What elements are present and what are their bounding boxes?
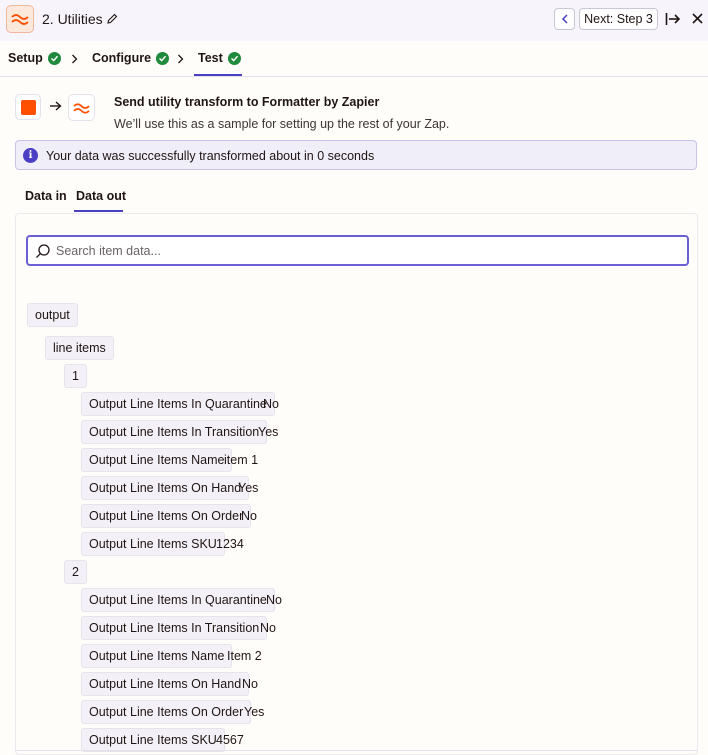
field-value: No: [266, 593, 282, 607]
chevron-right-icon: [72, 54, 78, 64]
info-icon: i: [23, 148, 38, 163]
success-info-banner: i Your data was successfully transformed…: [15, 140, 697, 170]
search-input[interactable]: [56, 242, 676, 260]
field-value: 1234: [216, 537, 244, 551]
search-icon: [36, 244, 50, 258]
check-circle-icon: [227, 51, 241, 65]
active-tab-indicator: [74, 210, 123, 212]
formatter-icon: [73, 102, 90, 114]
data-out-panel: output line items 1 Output Line Items In…: [15, 213, 698, 755]
step-label: Setup: [8, 51, 43, 65]
field-value: Yes: [238, 481, 259, 495]
trigger-app-icon: [15, 94, 41, 120]
panel-bottom-divider: [15, 750, 698, 751]
active-step-indicator: [194, 74, 242, 76]
tree-node-item-index[interactable]: 1: [64, 364, 87, 388]
close-icon[interactable]: [692, 13, 703, 24]
search-box: [26, 235, 689, 266]
field-value: No: [242, 677, 258, 691]
field-key[interactable]: Output Line Items On Hand: [81, 672, 250, 696]
field-value: No: [260, 621, 276, 635]
field-key[interactable]: Output Line Items In Quarantine: [81, 588, 275, 612]
step-label: Configure: [92, 51, 152, 65]
step-title[interactable]: 2. Utilities: [42, 11, 103, 27]
tree-node-item-index[interactable]: 2: [64, 560, 87, 584]
pencil-icon[interactable]: [106, 13, 118, 25]
step-tabs: Setup Configure Test: [0, 41, 708, 77]
field-key[interactable]: Output Line Items In Quarantine: [81, 392, 275, 416]
chevron-right-icon: [178, 54, 184, 64]
formatter-action-icon: [68, 94, 95, 121]
collapse-panel-icon[interactable]: [665, 11, 681, 27]
step-label: Test: [198, 51, 223, 65]
field-value: 4567: [216, 733, 244, 747]
formatter-app-icon: [6, 5, 34, 33]
field-key[interactable]: Output Line Items In Transition: [81, 420, 268, 444]
tab-data-in[interactable]: Data in: [25, 189, 67, 203]
check-circle-icon: [47, 51, 61, 65]
chevron-left-icon: [561, 14, 568, 24]
tree-node-output[interactable]: output: [27, 303, 78, 327]
field-key[interactable]: Output Line Items SKU: [81, 532, 225, 556]
field-key[interactable]: Output Line Items On Hand: [81, 476, 250, 500]
field-value: No: [241, 509, 257, 523]
info-banner-text: Your data was successfully transformed a…: [46, 149, 375, 163]
tab-data-out[interactable]: Data out: [76, 189, 126, 203]
field-value: Item 2: [227, 649, 262, 663]
action-subtitle: We’ll use this as a sample for setting u…: [114, 117, 450, 131]
field-key[interactable]: Output Line Items In Transition: [81, 616, 268, 640]
field-key[interactable]: Output Line Items Name: [81, 448, 233, 472]
field-value: Yes: [258, 425, 279, 439]
square-icon: [20, 99, 36, 115]
header-bar: 2. Utilities Next: Step 3: [0, 0, 708, 41]
field-value: item 1: [224, 453, 259, 467]
field-key[interactable]: Output Line Items On Order: [81, 700, 252, 724]
step-configure[interactable]: Configure: [92, 51, 170, 65]
tree-node-line-items[interactable]: line items: [45, 336, 114, 360]
field-key[interactable]: Output Line Items On Order: [81, 504, 252, 528]
formatter-icon: [11, 14, 29, 25]
arrow-right-icon: [50, 101, 62, 111]
field-key[interactable]: Output Line Items SKU: [81, 728, 225, 752]
check-circle-icon: [156, 51, 170, 65]
step-test[interactable]: Test: [198, 51, 241, 65]
field-value: Yes: [244, 705, 265, 719]
previous-step-button[interactable]: [554, 8, 575, 30]
step-setup[interactable]: Setup: [8, 51, 61, 65]
next-step-button[interactable]: Next: Step 3: [579, 8, 658, 30]
field-key[interactable]: Output Line Items Name: [81, 644, 233, 668]
field-value: No: [263, 397, 279, 411]
action-title: Send utility transform to Formatter by Z…: [114, 95, 380, 109]
